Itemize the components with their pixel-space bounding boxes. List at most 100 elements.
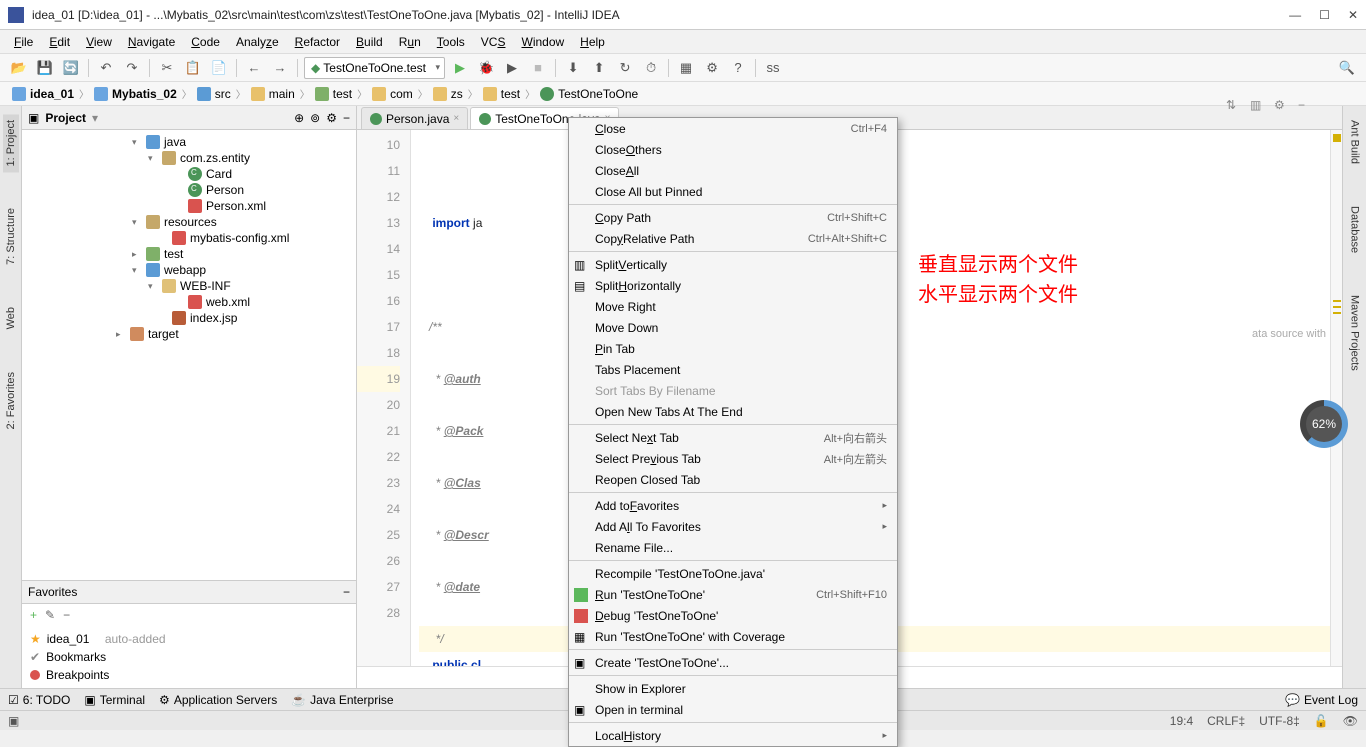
inspect-icon[interactable]: 👁 <box>1343 714 1358 728</box>
sync-icon[interactable]: 🔄 <box>60 57 82 79</box>
redo-icon[interactable]: ↷ <box>121 57 143 79</box>
coverage-icon[interactable]: ▶ <box>501 57 523 79</box>
hide-icon[interactable]: − <box>1298 98 1316 116</box>
ctx-open-end[interactable]: Open New Tabs At The End <box>569 401 897 422</box>
stop-icon[interactable]: ■ <box>527 57 549 79</box>
ctx-split-vertically[interactable]: ▥Split Vertically <box>569 254 897 275</box>
crumb-zs[interactable]: zs <box>429 87 467 101</box>
vcs-icon[interactable]: ↻ <box>614 57 636 79</box>
project-tree[interactable]: ▾java ▾com.zs.entity Card Person Person.… <box>22 130 356 580</box>
ctx-close[interactable]: CloseCtrl+F4 <box>569 118 897 139</box>
tree-personxml[interactable]: Person.xml <box>22 198 356 214</box>
tree-pkg[interactable]: ▾com.zs.entity <box>22 150 356 166</box>
collapse-icon[interactable]: ⊕ <box>294 111 304 125</box>
vcs-icon[interactable]: ⏱ <box>640 57 662 79</box>
menu-vcs[interactable]: VCS <box>475 33 512 51</box>
menu-file[interactable]: FFileile <box>8 33 39 51</box>
ctx-open-terminal[interactable]: ▣Open in terminal <box>569 699 897 720</box>
menu-analyze[interactable]: Analyze <box>230 33 285 51</box>
ctx-add-fav[interactable]: Add to Favorites▸ <box>569 495 897 516</box>
eventlog-tab[interactable]: 💬 Event Log <box>1285 693 1358 707</box>
search-icon[interactable]: 🔍 <box>1336 57 1358 79</box>
crumb-main[interactable]: main <box>247 87 299 101</box>
tab-project[interactable]: 1: Project <box>3 114 19 172</box>
ctx-split-horizontally[interactable]: ▤Split Horizontally <box>569 275 897 296</box>
tab-person[interactable]: Person.java× <box>361 107 468 129</box>
tool-icon[interactable]: ▥ <box>1250 98 1268 116</box>
menu-navigate[interactable]: Navigate <box>122 33 181 51</box>
ctx-move-down[interactable]: Move Down <box>569 317 897 338</box>
tab-structure[interactable]: 7: Structure <box>3 202 19 271</box>
close-icon[interactable]: ✕ <box>1348 8 1358 22</box>
vcs-icon[interactable]: ⬆ <box>588 57 610 79</box>
paste-icon[interactable]: 📄 <box>208 57 230 79</box>
encoding[interactable]: UTF-8‡ <box>1259 714 1300 728</box>
ctx-recompile[interactable]: Recompile 'TestOneToOne.java' <box>569 563 897 584</box>
ctx-rename[interactable]: Rename File... <box>569 537 897 558</box>
menu-edit[interactable]: Edit <box>43 33 76 51</box>
ctx-debug[interactable]: Debug 'TestOneToOne' <box>569 605 897 626</box>
tab-ant[interactable]: Ant Build <box>1347 114 1363 170</box>
tree-resources[interactable]: ▾resources <box>22 214 356 230</box>
tree-webapp[interactable]: ▾webapp <box>22 262 356 278</box>
back-icon[interactable]: ← <box>243 57 265 79</box>
tree-person[interactable]: Person <box>22 182 356 198</box>
ctx-create[interactable]: ▣Create 'TestOneToOne'... <box>569 652 897 673</box>
ctx-run[interactable]: Run 'TestOneToOne'Ctrl+Shift+F10 <box>569 584 897 605</box>
structure-icon[interactable]: ▦ <box>675 57 697 79</box>
help-icon[interactable]: ? <box>727 57 749 79</box>
progress-indicator[interactable]: 62% <box>1300 400 1348 448</box>
ctx-move-right[interactable]: Move Right <box>569 296 897 317</box>
hide-icon[interactable]: − <box>343 585 350 599</box>
tree-target[interactable]: ▸target <box>22 326 356 342</box>
tree-card[interactable]: Card <box>22 166 356 182</box>
delete-icon[interactable]: − <box>63 608 70 622</box>
menu-run[interactable]: Run <box>393 33 427 51</box>
crumb-test2[interactable]: test <box>479 87 524 101</box>
ctx-close-pinned[interactable]: Close All but Pinned <box>569 181 897 202</box>
ctx-add-all-fav[interactable]: Add All To Favorites▸ <box>569 516 897 537</box>
open-icon[interactable]: 📂 <box>8 57 30 79</box>
ctx-show-explorer[interactable]: Show in Explorer <box>569 678 897 699</box>
crumb-project[interactable]: idea_01 <box>8 87 78 101</box>
menu-window[interactable]: Window <box>515 33 570 51</box>
tab-maven[interactable]: Maven Projects <box>1347 289 1363 377</box>
run-icon[interactable]: ▶ <box>449 57 471 79</box>
fav-bookmarks[interactable]: ✔Bookmarks <box>30 648 348 666</box>
fav-idea01[interactable]: ★idea_01 auto-added <box>30 630 348 648</box>
ctx-close-all[interactable]: Close All <box>569 160 897 181</box>
hide-icon[interactable]: − <box>343 111 350 125</box>
ctx-pin-tab[interactable]: Pin Tab <box>569 338 897 359</box>
tree-java[interactable]: ▾java <box>22 134 356 150</box>
minimize-icon[interactable]: — <box>1289 8 1301 22</box>
line-sep[interactable]: CRLF‡ <box>1207 714 1245 728</box>
undo-icon[interactable]: ↶ <box>95 57 117 79</box>
terminal-tab[interactable]: ▣ Terminal <box>84 693 145 707</box>
ctx-close-others[interactable]: Close Others <box>569 139 897 160</box>
ctx-copy-path[interactable]: Copy PathCtrl+Shift+C <box>569 207 897 228</box>
forward-icon[interactable]: → <box>269 57 291 79</box>
tab-web[interactable]: Web <box>3 301 19 335</box>
ss-icon[interactable]: ss <box>762 57 784 79</box>
tree-test[interactable]: ▸test <box>22 246 356 262</box>
edit-icon[interactable]: ✎ <box>45 608 55 622</box>
save-icon[interactable]: 💾 <box>34 57 56 79</box>
tool-icon[interactable]: ⇅ <box>1226 98 1244 116</box>
menu-view[interactable]: View <box>80 33 118 51</box>
fav-breakpoints[interactable]: Breakpoints <box>30 666 348 684</box>
tab-database[interactable]: Database <box>1347 200 1363 259</box>
ctx-select-next[interactable]: Select Next TabAlt+向右箭头 <box>569 427 897 448</box>
lock-icon[interactable]: 🔓 <box>1314 714 1329 728</box>
ctx-reopen[interactable]: Reopen Closed Tab <box>569 469 897 490</box>
tree-webxml[interactable]: web.xml <box>22 294 356 310</box>
settings-icon[interactable]: ⚙ <box>701 57 723 79</box>
gear-icon[interactable]: ⚙ <box>1274 98 1292 116</box>
ctx-tabs-placement[interactable]: Tabs Placement <box>569 359 897 380</box>
crumb-test[interactable]: test <box>311 87 356 101</box>
maximize-icon[interactable]: ☐ <box>1319 8 1330 22</box>
gear-icon[interactable]: ⚙ <box>326 111 337 125</box>
ctx-coverage[interactable]: ▦Run 'TestOneToOne' with Coverage <box>569 626 897 647</box>
ctx-local-history[interactable]: Local History▸ <box>569 725 897 746</box>
tree-webinf[interactable]: ▾WEB-INF <box>22 278 356 294</box>
menu-build[interactable]: Build <box>350 33 389 51</box>
